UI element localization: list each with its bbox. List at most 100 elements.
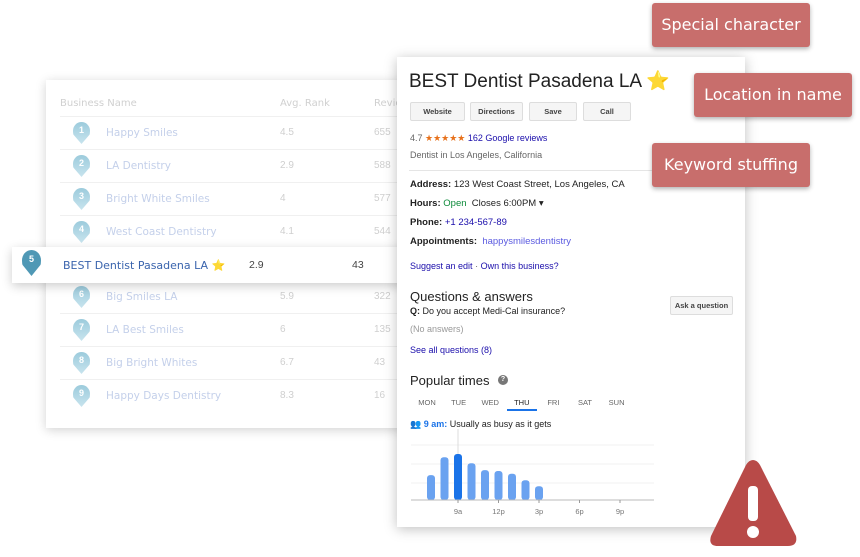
bar-3p [535,486,543,500]
hours-status: Open [443,198,467,209]
popular-times-title: Popular times [410,373,490,388]
bar-11a [481,470,489,500]
table-row[interactable]: 9 Happy Days Dentistry 8.3 16 [60,379,406,412]
reviews: 135 [374,324,391,335]
directions-button[interactable]: Directions [470,102,523,121]
address: 123 West Coast Street, Los Angeles, CA [453,179,625,190]
reviews: 43 [374,357,386,368]
avg-rank: 2.9 [280,160,294,171]
annotation-special-character: Special character [652,3,810,47]
reviews-link[interactable]: 162 Google reviews [468,133,548,143]
help-icon[interactable]: ? [498,375,508,385]
address-label: Address: [410,179,452,190]
table-row[interactable]: 8 Big Bright Whites 6.7 43 [60,346,406,379]
q-label: Q: [410,306,420,316]
question: Do you accept Medi-Cal insurance? [422,306,566,316]
appointments-link[interactable]: happysmilesdentistry [482,236,571,247]
business-name: Big Bright Whites [106,357,198,369]
day-tab-sat[interactable]: SAT [570,398,600,407]
annotation-keyword-stuffing: Keyword stuffing [652,143,810,187]
avg-rank: 4 [280,193,286,204]
map-pin-icon: 9 [73,385,90,407]
phone-link[interactable]: +1 234-567-89 [445,217,507,228]
business-name: Big Smiles LA [106,291,178,303]
reviews: 322 [374,291,391,302]
star-rating-icon: ★★★★★ [425,133,466,143]
website-button[interactable]: Website [410,102,465,121]
separator: · [472,261,481,271]
bar-7a [427,475,435,500]
category: Dentist in Los Angeles, California [410,150,543,160]
save-button[interactable]: Save [529,102,577,121]
bar-1p [508,473,516,500]
table-row[interactable]: 1 Happy Smiles 4.5 655 [60,116,406,149]
avg-rank: 8.3 [280,390,294,401]
see-all-questions-link[interactable]: See all questions (8) [410,345,492,355]
avg-rank: 4.5 [280,127,294,138]
hours-dropdown[interactable]: Closes 6:00PM ▾ [472,198,544,209]
rating-value: 4.7 [410,133,423,143]
no-answers: (No answers) [410,324,464,334]
map-pin-icon: 5 [22,250,41,276]
day-tab-fri[interactable]: FRI [538,398,568,407]
business-name: West Coast Dentistry [106,226,217,238]
reviews: 655 [374,127,391,138]
table-row[interactable]: 6 Big Smiles LA 5.9 322 [60,280,406,313]
tick-label: 3p [535,507,543,516]
bar-12p [494,471,503,500]
business-name: LA Best Smiles [106,324,184,336]
highlighted-row[interactable]: 5 BEST Dentist Pasadena LA ⭐ 2.9 43 [12,247,406,283]
tick-label: 12p [492,507,505,516]
table-row[interactable]: 4 West Coast Dentistry 4.1 544 [60,215,406,248]
tick-label: 9a [454,507,463,516]
avg-rank: 2.9 [249,259,264,271]
avg-rank: 6 [280,324,286,335]
reviews: 16 [374,390,386,401]
map-pin-icon: 7 [73,319,90,341]
day-tab-sun[interactable]: SUN [602,398,632,407]
hours-label: Hours: [410,198,441,209]
bar-2p [521,480,530,500]
reviews: 544 [374,226,391,237]
warning-icon [710,460,797,546]
tick-label: 6p [575,507,583,516]
header-business-name[interactable]: Business Name [60,98,137,109]
ask-question-button[interactable]: Ask a question [670,296,733,315]
tick-label: 9p [616,507,624,516]
map-pin-icon: 8 [73,352,90,374]
call-button[interactable]: Call [583,102,631,121]
bar-9a [454,454,462,500]
map-pin-icon: 2 [73,155,90,177]
table-row[interactable]: 2 LA Dentistry 2.9 588 [60,149,406,182]
business-name: BEST Dentist Pasadena LA ⭐ [63,259,226,272]
business-name: Happy Days Dentistry [106,390,222,402]
map-pin-icon: 1 [73,122,90,144]
avg-rank: 5.9 [280,291,294,302]
avg-rank: 6.7 [280,357,294,368]
business-title: BEST Dentist Pasadena LA ⭐ [409,71,670,92]
business-name: Bright White Smiles [106,193,210,205]
map-pin-icon: 3 [73,188,90,210]
suggest-edit-link[interactable]: Suggest an edit [410,261,473,271]
bar-8a [440,457,449,500]
day-tab-thu[interactable]: THU [506,398,537,411]
qa-title: Questions & answers [410,289,533,304]
header-avg-rank[interactable]: Avg. Rank [280,98,330,109]
phone-label: Phone: [410,217,443,228]
day-tab-tue[interactable]: TUE [444,398,474,407]
avg-rank: 4.1 [280,226,294,237]
annotation-location-in-name: Location in name [694,73,852,117]
table-row[interactable]: 7 LA Best Smiles 6 135 [60,313,406,346]
day-tab-wed[interactable]: WED [475,398,505,407]
day-tab-mon[interactable]: MON [412,398,442,407]
map-pin-icon: 4 [73,221,90,243]
business-name: LA Dentistry [106,160,171,172]
own-business-link[interactable]: Own this business? [481,261,559,271]
reviews: 43 [352,259,364,271]
map-pin-icon: 6 [73,286,90,308]
knowledge-panel: BEST Dentist Pasadena LA ⭐ Website Direc… [397,57,745,527]
reviews: 577 [374,193,391,204]
reviews: 588 [374,160,391,171]
table-row[interactable]: 3 Bright White Smiles 4 577 [60,182,406,215]
bar-10a [467,463,476,500]
